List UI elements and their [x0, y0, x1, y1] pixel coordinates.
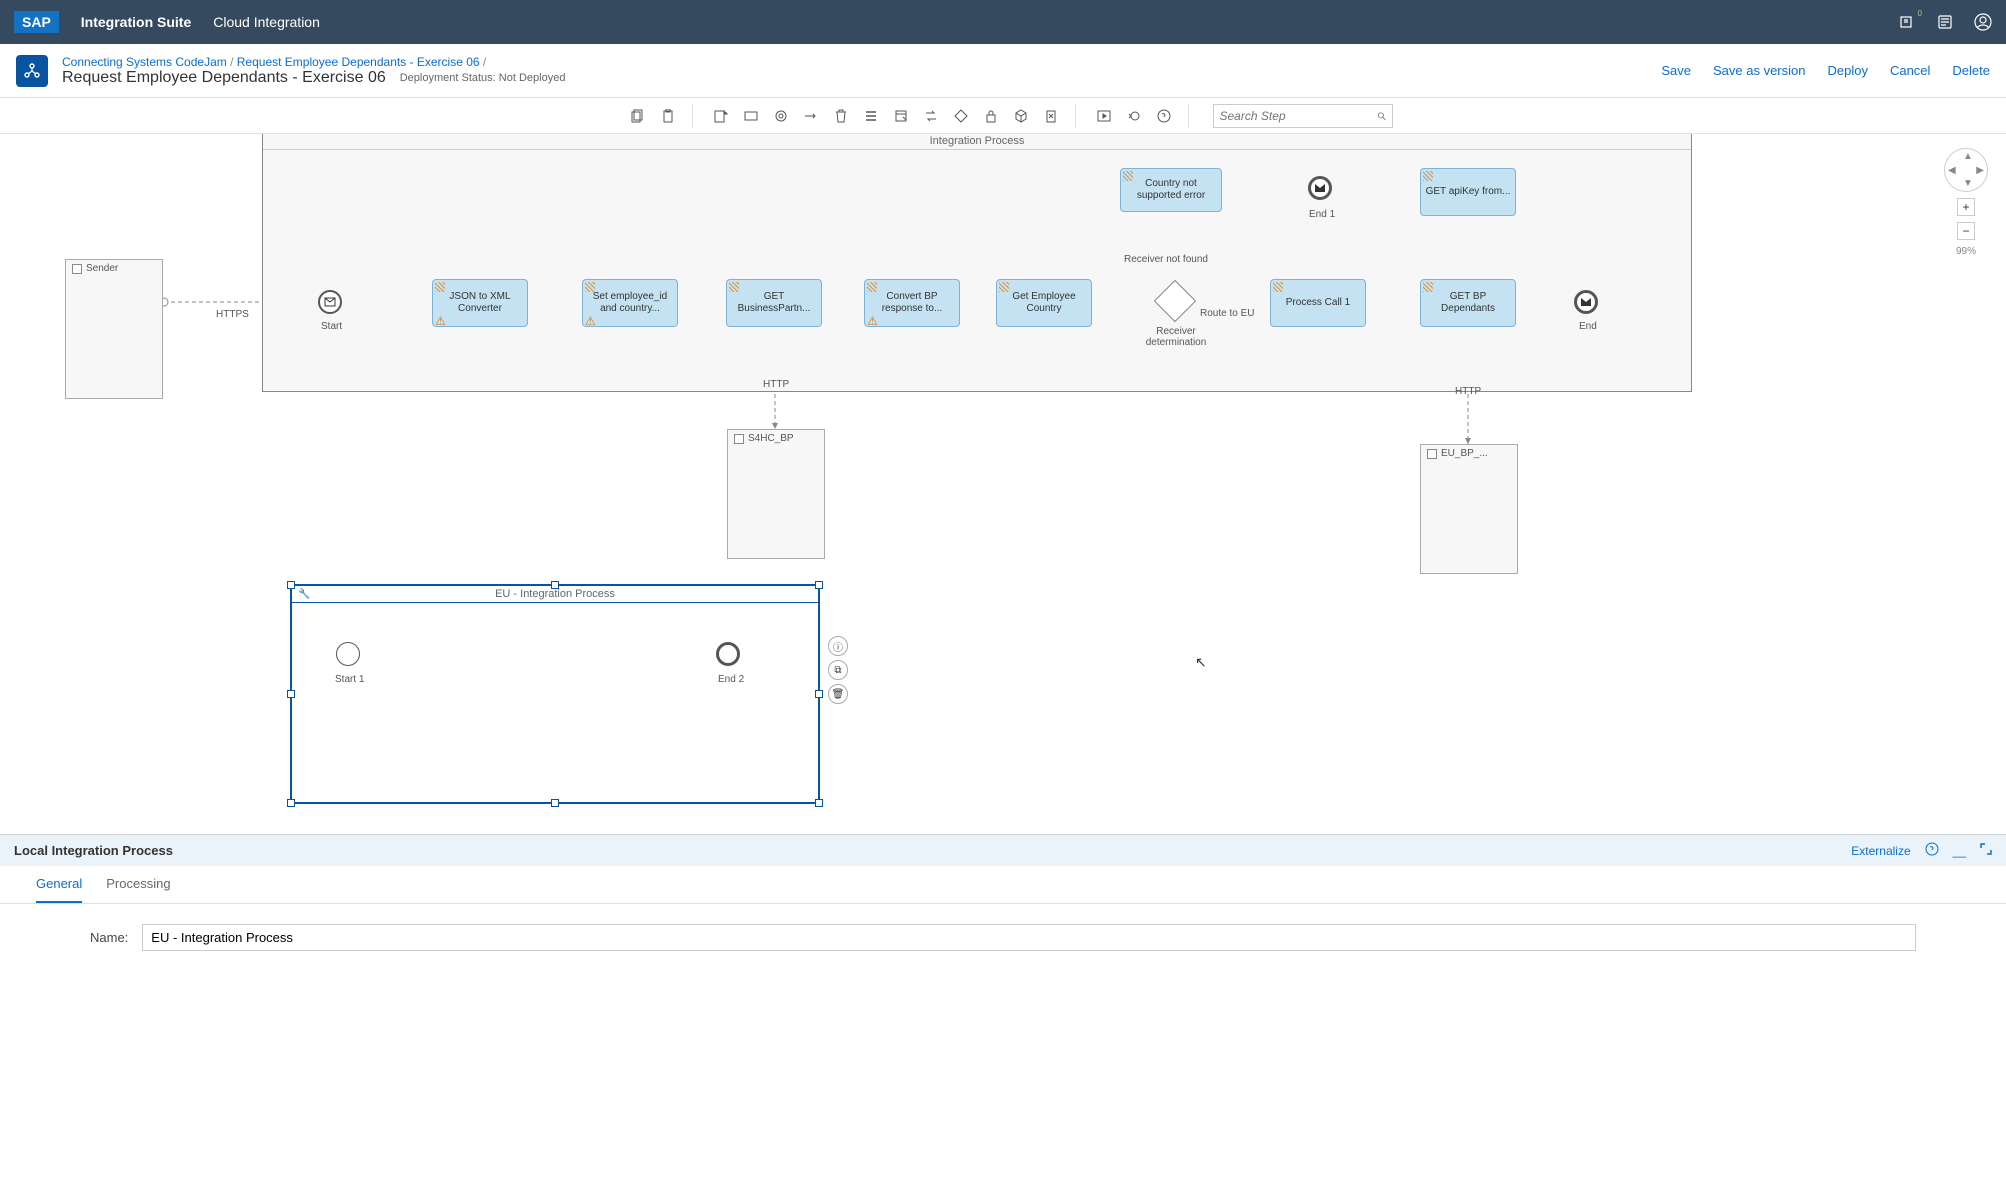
- search-step-input[interactable]: [1220, 109, 1377, 123]
- cancel-button[interactable]: Cancel: [1890, 63, 1930, 78]
- end1-label: End 1: [1309, 209, 1335, 220]
- start1-label: Start 1: [335, 674, 364, 685]
- nav-widget: ▲ ▼ ◀ ▶ + − 99%: [1944, 148, 1988, 257]
- eubp-label: EU_BP_...: [1441, 448, 1488, 459]
- add-connector-icon[interactable]: [797, 102, 825, 130]
- convert-bp-node[interactable]: Convert BP response to...⚠: [864, 279, 960, 327]
- pool-title: Integration Process: [263, 134, 1691, 150]
- tab-general[interactable]: General: [36, 866, 82, 903]
- undo-icon[interactable]: [1120, 102, 1148, 130]
- gateway-label: Receiver determination: [1136, 326, 1216, 348]
- breadcrumb[interactable]: Connecting Systems CodeJam / Request Emp…: [62, 55, 565, 69]
- get-apikey-node[interactable]: GET apiKey from...: [1420, 168, 1516, 216]
- feedback-icon[interactable]: [1936, 13, 1954, 31]
- name-label: Name:: [90, 930, 128, 945]
- eubp-participant[interactable]: EU_BP_...: [1420, 444, 1518, 574]
- country-error-node[interactable]: Country not supported error: [1120, 168, 1222, 212]
- start1-event[interactable]: [336, 642, 360, 666]
- top-bar: SAP Integration Suite Cloud Integration …: [0, 0, 2006, 44]
- receiver-not-found-label: Receiver not found: [1124, 254, 1208, 265]
- general-form: Name:: [0, 904, 2006, 971]
- zoom-level: 99%: [1944, 246, 1988, 257]
- sender-participant[interactable]: Sender: [65, 259, 163, 399]
- lp-delete-icon[interactable]: 🗑: [828, 684, 848, 704]
- set-employee-node[interactable]: Set employee_id and country...⚠: [582, 279, 678, 327]
- page-title: Request Employee Dependants - Exercise 0…: [62, 69, 565, 87]
- zoom-in-button[interactable]: +: [1957, 198, 1975, 216]
- list-icon[interactable]: [857, 102, 885, 130]
- delete-step-icon[interactable]: [827, 102, 855, 130]
- delete-button[interactable]: Delete: [1952, 63, 1990, 78]
- sender-label: Sender: [86, 263, 118, 274]
- end2-label: End 2: [718, 674, 744, 685]
- module-title: Cloud Integration: [213, 14, 320, 30]
- start-event[interactable]: [318, 290, 342, 314]
- lp-info-icon[interactable]: ⓘ: [828, 636, 848, 656]
- search-step[interactable]: [1213, 104, 1393, 128]
- https-label: HTTPS: [216, 309, 249, 320]
- collapse-panel-icon[interactable]: [1984, 134, 1998, 828]
- end1-event[interactable]: [1308, 176, 1332, 200]
- suite-title: Integration Suite: [81, 14, 191, 30]
- http2-label: HTTP: [1455, 386, 1481, 397]
- tab-processing[interactable]: Processing: [106, 866, 170, 903]
- panel-tabs: General Processing: [0, 866, 2006, 904]
- get-employee-country-node[interactable]: Get Employee Country: [996, 279, 1092, 327]
- name-input[interactable]: [142, 924, 1916, 951]
- help-icon[interactable]: [1150, 102, 1178, 130]
- properties-panel-header: Local Integration Process Externalize __: [0, 834, 2006, 866]
- swap-icon[interactable]: [917, 102, 945, 130]
- end-event[interactable]: [1574, 290, 1598, 314]
- externalize-button[interactable]: Externalize: [1851, 844, 1910, 858]
- s4hc-participant[interactable]: S4HC_BP: [727, 429, 825, 559]
- deploy-button[interactable]: Deploy: [1827, 63, 1867, 78]
- paste-icon[interactable]: [654, 102, 682, 130]
- local-integration-process[interactable]: EU - Integration Process 🔧 ⓘ ⧉ 🗑: [290, 584, 820, 804]
- diagram-canvas[interactable]: Integration Process Sender HTTPS Start J…: [0, 134, 2006, 834]
- get-bp-dependants-node[interactable]: GET BP Dependants: [1420, 279, 1516, 327]
- notifications-icon[interactable]: 0: [1898, 13, 1916, 31]
- s4hc-label: S4HC_BP: [748, 433, 794, 444]
- cube-icon[interactable]: [1007, 102, 1035, 130]
- lp-copy-icon[interactable]: ⧉: [828, 660, 848, 680]
- add-pool-icon[interactable]: [737, 102, 765, 130]
- add-participant-icon[interactable]: [707, 102, 735, 130]
- editor-toolbar: [0, 98, 2006, 134]
- end2-event[interactable]: [716, 642, 740, 666]
- route-eu-label: Route to EU: [1200, 308, 1254, 319]
- process-call-node[interactable]: Process Call 1: [1270, 279, 1366, 327]
- json-to-xml-node[interactable]: JSON to XML Converter⚠: [432, 279, 528, 327]
- save-button[interactable]: Save: [1661, 63, 1691, 78]
- panel-minimize-icon[interactable]: __: [1953, 844, 1966, 858]
- http1-label: HTTP: [763, 379, 789, 390]
- get-bp-node[interactable]: GET BusinessPartn...: [726, 279, 822, 327]
- iflow-icon: [16, 55, 48, 87]
- add-event-icon[interactable]: [767, 102, 795, 130]
- start-label: Start: [321, 321, 342, 332]
- panel-help-icon[interactable]: [1925, 842, 1939, 859]
- user-profile-icon[interactable]: [1974, 13, 1992, 31]
- lock-icon[interactable]: [977, 102, 1005, 130]
- panel-maximize-icon[interactable]: [1980, 843, 1992, 858]
- search-icon: [1377, 109, 1386, 123]
- pan-control[interactable]: ▲ ▼ ◀ ▶: [1944, 148, 1988, 192]
- copy-icon[interactable]: [624, 102, 652, 130]
- save-as-version-button[interactable]: Save as version: [1713, 63, 1806, 78]
- calendar-icon[interactable]: [887, 102, 915, 130]
- play-icon[interactable]: [1090, 102, 1118, 130]
- end-label: End: [1579, 321, 1597, 332]
- clipboard-delete-icon[interactable]: [1037, 102, 1065, 130]
- gateway-icon[interactable]: [947, 102, 975, 130]
- page-header: Connecting Systems CodeJam / Request Emp…: [0, 44, 2006, 98]
- zoom-out-button[interactable]: −: [1957, 222, 1975, 240]
- sap-logo: SAP: [14, 11, 59, 33]
- panel-title: Local Integration Process: [14, 843, 173, 858]
